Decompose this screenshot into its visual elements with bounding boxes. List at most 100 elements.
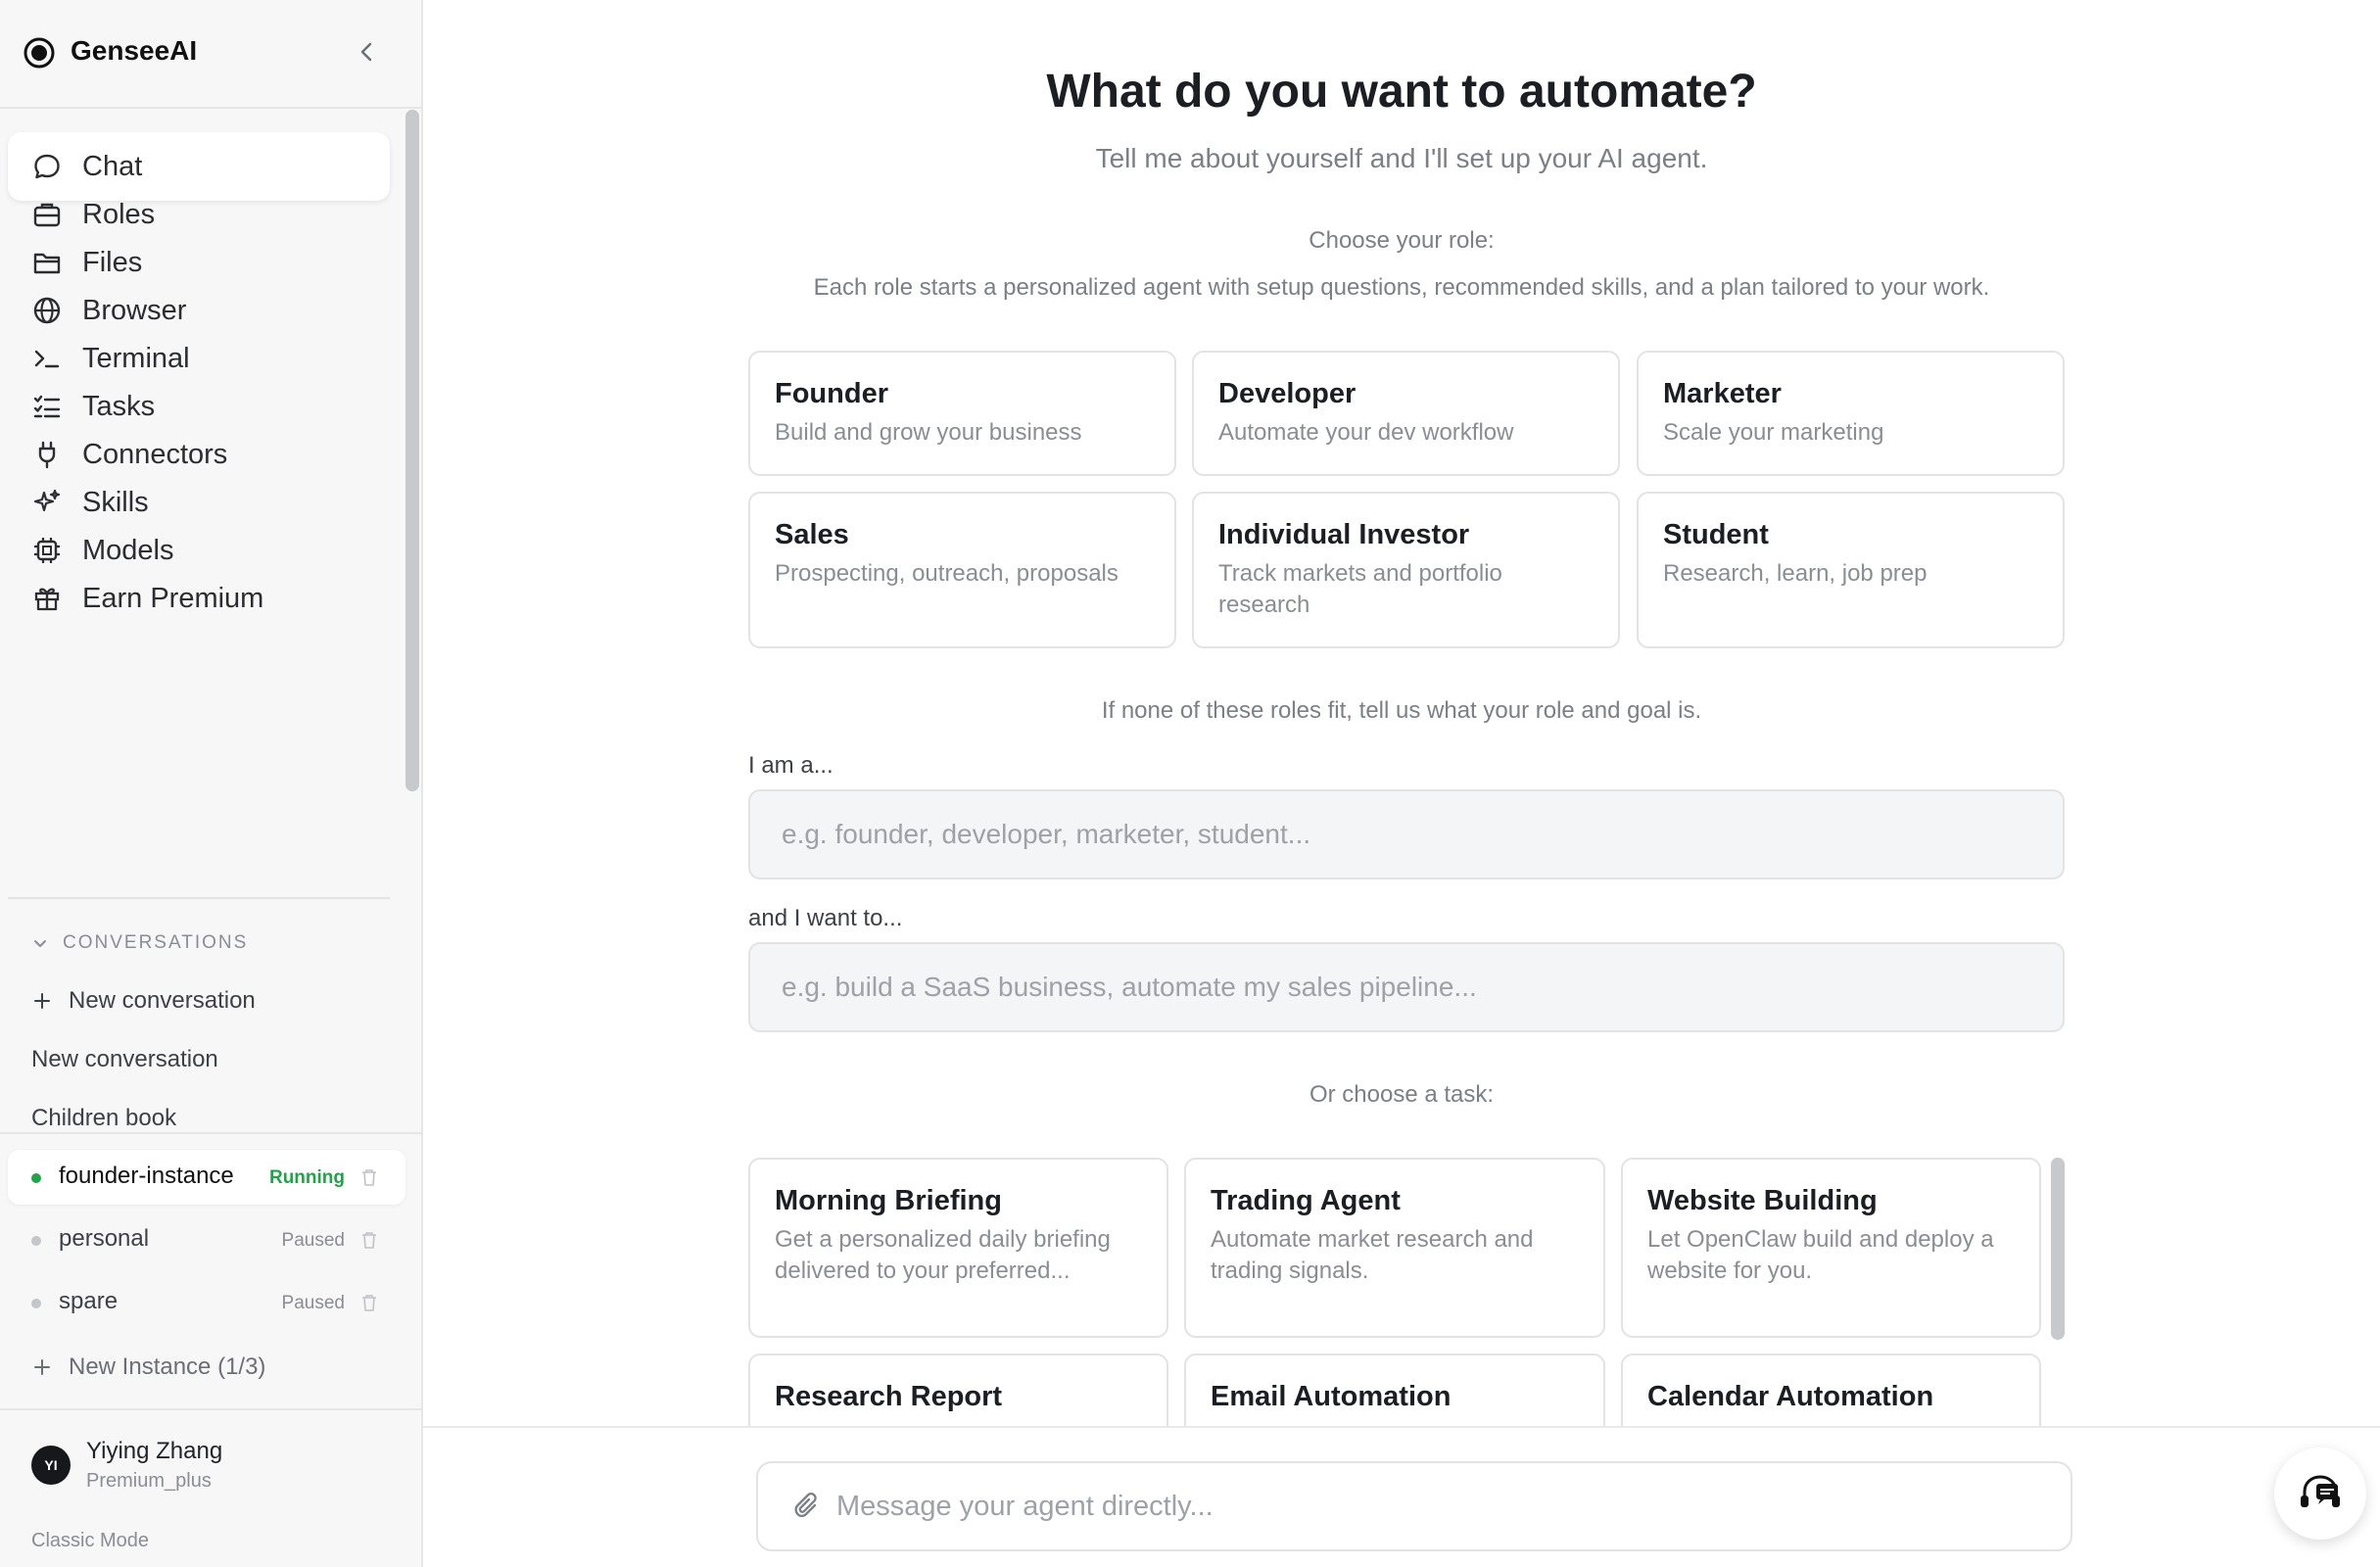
- sidebar-item-label: Models: [82, 534, 174, 566]
- conversations-toggle[interactable]: CONVERSATIONS: [31, 932, 248, 954]
- role-card-sales[interactable]: Sales Prospecting, outreach, proposals: [748, 492, 1176, 648]
- user-plan: Premium_plus: [86, 1470, 212, 1492]
- task-card-morning-briefing[interactable]: Morning Briefing Get a personalized dail…: [748, 1158, 1168, 1338]
- classic-mode-link[interactable]: Classic Mode: [31, 1530, 149, 1552]
- new-instance-button[interactable]: New Instance (1/3): [31, 1353, 265, 1381]
- status-dot: [31, 1173, 41, 1183]
- role-card-student[interactable]: Student Research, learn, job prep: [1637, 492, 2065, 648]
- custom-role-hint: If none of these roles fit, tell us what…: [1101, 697, 1702, 724]
- card-description: Automate market research and trading sig…: [1211, 1226, 1534, 1284]
- card-title: Calendar Automation: [1647, 1381, 1934, 1412]
- card-title: Individual Investor: [1218, 519, 1470, 550]
- plus-icon: [34, 1359, 50, 1375]
- card-title: Developer: [1218, 378, 1357, 409]
- globe-icon: [33, 297, 61, 324]
- card-title: Email Automation: [1211, 1381, 1452, 1412]
- card-title: Trading Agent: [1211, 1185, 1401, 1216]
- card-description: Get a personalized daily briefing delive…: [775, 1226, 1111, 1284]
- tasks-scrollbar[interactable]: [2051, 1158, 2065, 1340]
- instance-row-spare[interactable]: spare Paused: [8, 1275, 405, 1330]
- paperclip-icon[interactable]: [791, 1491, 825, 1524]
- divider: [0, 1408, 421, 1410]
- iam-label: I am a...: [748, 752, 833, 779]
- instance-row-personal[interactable]: personal Paused: [8, 1212, 405, 1267]
- role-heading: Choose your role:: [1309, 227, 1495, 254]
- role-description: Each role starts a personalized agent wi…: [813, 274, 1990, 301]
- new-conversation-label: New conversation: [69, 987, 256, 1014]
- sidebar-item-label: Earn Premium: [82, 582, 264, 614]
- headset-support-icon: [2301, 1475, 2340, 1507]
- task-card-research-report[interactable]: Research Report: [748, 1353, 1168, 1426]
- task-card-website-building[interactable]: Website Building Let OpenClaw build and …: [1621, 1158, 2041, 1338]
- user-name[interactable]: Yiying Zhang: [86, 1438, 222, 1465]
- composer-bar: [423, 1426, 2380, 1567]
- task-heading: Or choose a task:: [1309, 1081, 1495, 1108]
- instance-name: personal: [59, 1225, 150, 1252]
- sidebar-item-label: Tasks: [82, 390, 156, 422]
- sidebar-item-label: Browser: [82, 294, 187, 326]
- instance-row-founder-instance[interactable]: founder-instance Running: [8, 1150, 405, 1205]
- new-conversation-button[interactable]: New conversation: [31, 987, 256, 1015]
- gensee-logo-icon: [24, 37, 55, 69]
- page-subtitle: Tell me about yourself and I'll set up y…: [1095, 143, 1708, 173]
- conversation-item[interactable]: Children book: [31, 1105, 176, 1132]
- plug-icon: [38, 441, 56, 469]
- chevron-down-icon: [34, 940, 46, 947]
- card-title: Morning Briefing: [775, 1185, 1002, 1216]
- card-description: Prospecting, outreach, proposals: [775, 560, 1119, 587]
- status-dot: [31, 1299, 41, 1308]
- task-card-trading-agent[interactable]: Trading Agent Automate market research a…: [1184, 1158, 1605, 1338]
- status-badge: Paused: [281, 1230, 345, 1251]
- role-card-developer[interactable]: Developer Automate your dev workflow: [1192, 351, 1620, 476]
- main-panel: What do you want to automate? Tell me ab…: [423, 0, 2380, 1426]
- goal-input[interactable]: [748, 942, 2065, 1032]
- support-chat-button[interactable]: [2274, 1448, 2366, 1540]
- chat-bubble-icon: [34, 154, 60, 179]
- divider: [0, 1132, 421, 1134]
- sidebar-item-label: Skills: [82, 486, 149, 518]
- want-label: and I want to...: [748, 905, 903, 931]
- sidebar-item-earn-premium[interactable]: Earn Premium: [8, 564, 390, 633]
- message-input[interactable]: [836, 1463, 2051, 1549]
- status-badge: Paused: [281, 1293, 345, 1313]
- role-card-founder[interactable]: Founder Build and grow your business: [748, 351, 1176, 476]
- card-title: Marketer: [1663, 378, 1782, 409]
- card-description: Research, learn, job prep: [1663, 560, 1928, 587]
- conversations-header: CONVERSATIONS: [63, 932, 249, 953]
- collapse-sidebar-icon[interactable]: [353, 37, 382, 67]
- card-title: Sales: [775, 519, 849, 550]
- card-description: Automate your dev workflow: [1218, 419, 1514, 446]
- avatar[interactable]: YI: [31, 1446, 71, 1485]
- card-title: Website Building: [1647, 1185, 1878, 1216]
- status-dot: [31, 1236, 41, 1246]
- app-name: GenseeAI: [71, 35, 198, 66]
- sidebar-item-label: Terminal: [82, 342, 190, 374]
- sidebar-item-label: Connectors: [82, 438, 228, 470]
- card-description: Track markets and portfolio research: [1218, 560, 1502, 618]
- trash-icon[interactable]: [360, 1167, 378, 1187]
- tasks-list-icon: [33, 395, 61, 418]
- briefcase-icon: [33, 203, 61, 227]
- status-badge: Running: [268, 1167, 345, 1188]
- role-card-individual-investor[interactable]: Individual Investor Track markets and po…: [1192, 492, 1620, 648]
- sidebar-item-label: Chat: [82, 150, 143, 182]
- card-description: Build and grow your business: [775, 419, 1082, 446]
- sparkles-icon: [33, 489, 61, 512]
- trash-icon[interactable]: [360, 1293, 378, 1312]
- divider: [8, 897, 390, 899]
- message-composer[interactable]: [756, 1461, 2072, 1551]
- card-description: Scale your marketing: [1663, 419, 1884, 446]
- new-instance-label: New Instance (1/3): [69, 1353, 266, 1380]
- conversation-item[interactable]: New conversation: [31, 1046, 218, 1073]
- page-title: What do you want to automate?: [1046, 66, 1757, 118]
- card-title: Research Report: [775, 1381, 1003, 1412]
- plus-icon: [34, 993, 50, 1009]
- role-card-marketer[interactable]: Marketer Scale your marketing: [1637, 351, 2065, 476]
- task-card-email-automation[interactable]: Email Automation: [1184, 1353, 1605, 1426]
- role-input[interactable]: [748, 789, 2065, 879]
- sidebar: GenseeAI Chat Roles Files Browser Termin…: [0, 0, 423, 1567]
- sidebar-item-label: Roles: [82, 198, 156, 230]
- trash-icon[interactable]: [360, 1230, 378, 1250]
- task-card-calendar-automation[interactable]: Calendar Automation: [1621, 1353, 2041, 1426]
- sidebar-scrollbar[interactable]: [405, 110, 419, 791]
